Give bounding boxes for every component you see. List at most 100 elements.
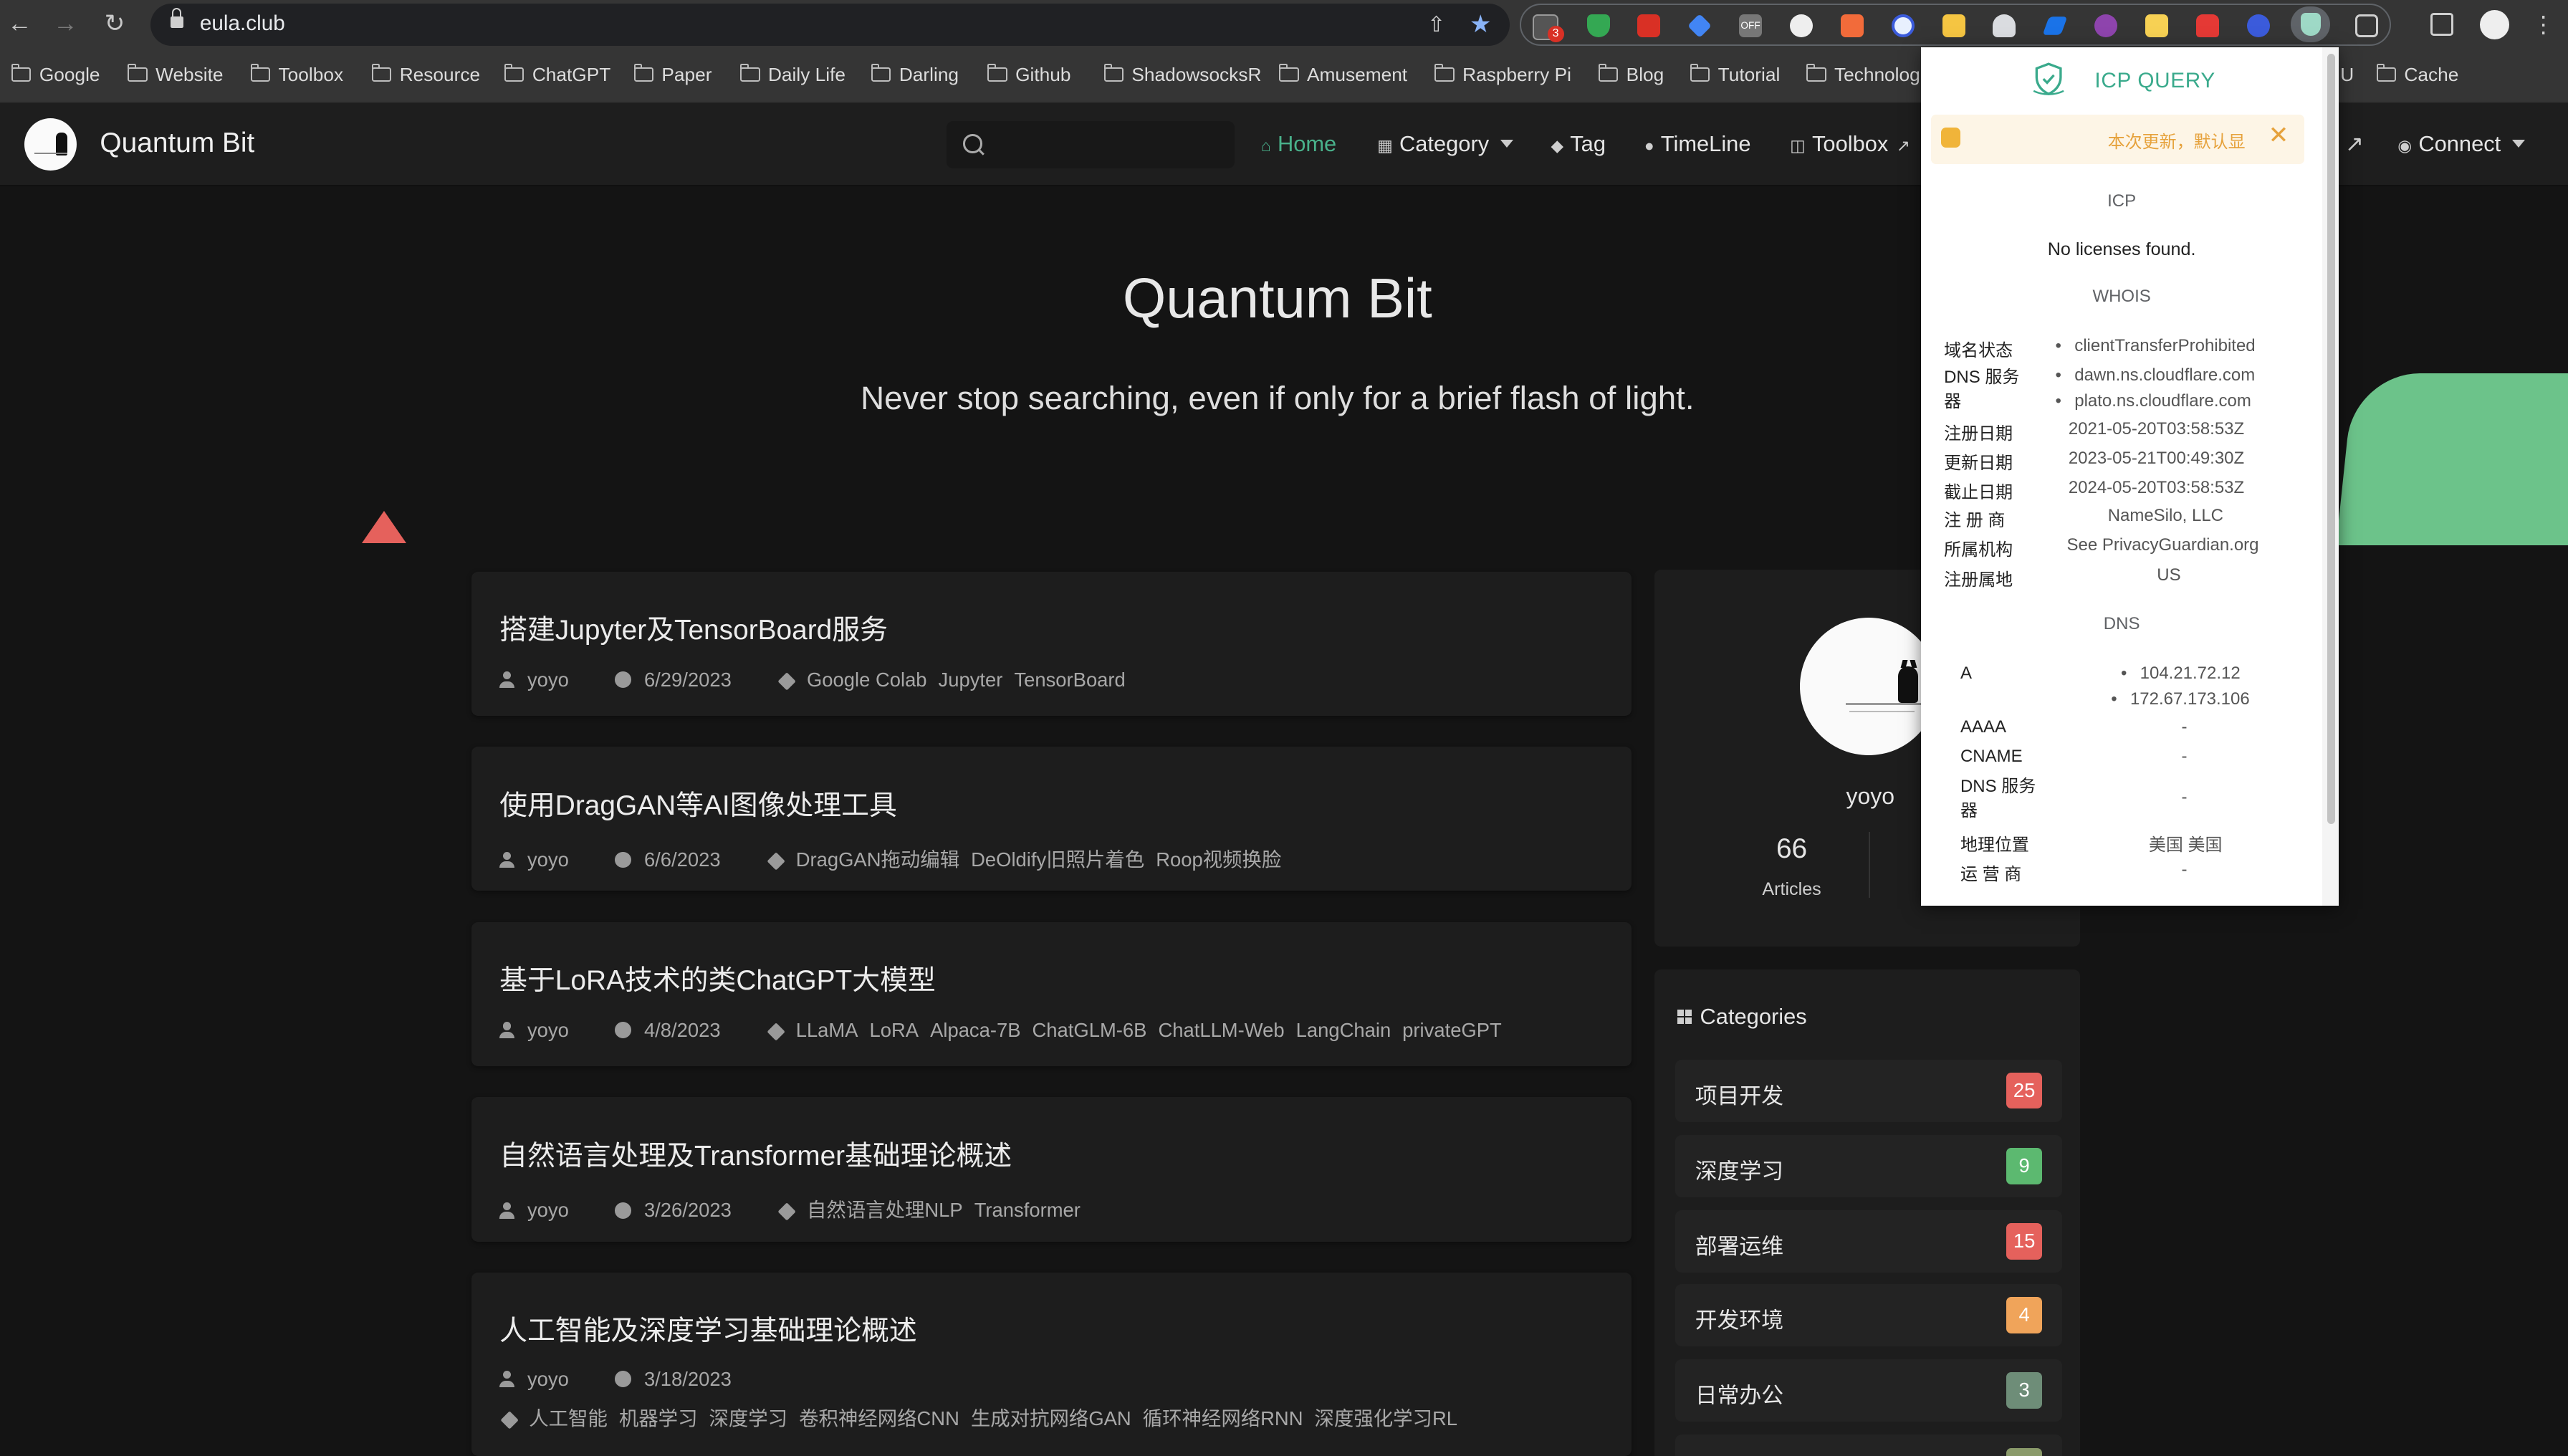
address-bar[interactable]: eula.club ⇧ ★ [150, 3, 1510, 46]
category-item[interactable]: 日常办公 3 [1675, 1359, 2062, 1422]
extension-icon-7[interactable] [1840, 14, 1864, 38]
url-text[interactable]: eula.club [200, 11, 285, 36]
bookmark-folder[interactable]: Resource [371, 64, 480, 87]
site-logo-avatar[interactable] [24, 118, 77, 171]
nav-tag[interactable]: ◆ Tag [1551, 131, 1606, 157]
post-tag[interactable]: 深度强化学习RL [1315, 1407, 1457, 1429]
extension-icon-3[interactable] [1637, 14, 1661, 38]
post-title[interactable]: 搭建Jupyter及TensorBoard服务 [499, 608, 888, 648]
bookmark-star-icon[interactable]: ★ [1466, 10, 1495, 39]
profile-avatar[interactable] [1799, 617, 1937, 755]
post-card[interactable]: 基于LoRA技术的类ChatGPT大模型 yoyo 4/8/2023 LLaMA Lo… [471, 921, 1632, 1066]
category-item[interactable]: 项目开发 25 [1675, 1059, 2062, 1122]
post-tag[interactable]: 机器学习 [619, 1407, 698, 1429]
post-tag[interactable]: ChatLLM-Web [1158, 1019, 1284, 1041]
nav-toolbox[interactable]: ◫ Toolbox ↗ [1790, 131, 1917, 157]
post-tag[interactable]: LoRA [870, 1019, 919, 1041]
shield-extension-icon[interactable] [1586, 14, 1610, 38]
post-author[interactable]: yoyo [527, 1199, 569, 1221]
post-tag[interactable]: 卷积神经网络CNN [799, 1407, 959, 1429]
post-tag[interactable]: Transformer [974, 1199, 1081, 1221]
post-author[interactable]: yoyo [527, 669, 569, 691]
category-item[interactable]: 开发环境 4 [1675, 1283, 2062, 1346]
icp-extension-active[interactable] [2291, 6, 2331, 43]
nav-category[interactable]: ▦ Category [1377, 131, 1514, 157]
cloud-extension-icon[interactable] [1993, 14, 2016, 38]
bookmark-folder[interactable]: Cache [2376, 64, 2458, 87]
post-title[interactable]: 使用DragGAN等AI图像处理工具 [499, 783, 897, 823]
puzzle-extensions-icon[interactable] [2354, 14, 2378, 38]
post-author[interactable]: yoyo [527, 848, 569, 871]
cursor-extension-icon[interactable] [2042, 16, 2068, 36]
bookmark-folder[interactable]: Website [128, 64, 224, 87]
bookmark-folder[interactable]: ShadowsocksR [1103, 64, 1261, 87]
post-title[interactable]: 自然语言处理及Transformer基础理论概述 [499, 1134, 1012, 1174]
articles-count[interactable]: 66 [1739, 833, 1844, 865]
post-tag[interactable]: DeOldify旧照片着色 [971, 848, 1144, 871]
post-author[interactable]: yoyo [527, 1019, 569, 1041]
bookmark-folder[interactable]: Paper [633, 64, 712, 87]
profile-avatar[interactable] [2479, 9, 2509, 39]
extension-icon-13[interactable] [2145, 14, 2168, 38]
post-tag[interactable]: 人工智能 [529, 1407, 608, 1429]
share-icon[interactable]: ⇧ [1422, 10, 1451, 39]
post-tag[interactable]: LangChain [1296, 1019, 1391, 1041]
bookmark-folder[interactable]: Tutorial [1690, 64, 1780, 87]
reload-icon[interactable]: ↻ [98, 8, 131, 41]
off-extension-icon[interactable]: OFF [1739, 14, 1763, 38]
post-tag[interactable]: 自然语言处理NLP [807, 1199, 963, 1221]
post-tag[interactable]: Roop视频换脸 [1156, 848, 1281, 871]
extension-icon-15[interactable] [2246, 14, 2270, 38]
post-tag[interactable]: Jupyter [939, 669, 1003, 691]
close-icon[interactable]: ✕ [2268, 121, 2289, 150]
post-title[interactable]: 人工智能及深度学习基础理论概述 [499, 1308, 917, 1349]
forward-icon[interactable]: → [49, 8, 82, 41]
post-tag[interactable]: TensorBoard [1014, 669, 1125, 691]
bookmark-folder[interactable]: Github [987, 64, 1071, 87]
site-title[interactable]: Quantum Bit [100, 128, 254, 159]
bookmark-folder[interactable]: Google [11, 64, 100, 87]
diamond-extension-icon[interactable] [1687, 14, 1712, 39]
extension-icon-6[interactable] [1789, 14, 1813, 38]
post-tag[interactable]: Google Colab [807, 669, 927, 691]
extension-icon-9[interactable] [1942, 14, 1965, 38]
popup-scrollbar-thumb[interactable] [2327, 54, 2336, 824]
post-card[interactable]: 人工智能及深度学习基础理论概述 yoyo 3/18/2023 人工智能 机器学习 深度… [471, 1272, 1632, 1456]
post-author[interactable]: yoyo [527, 1368, 569, 1390]
post-card[interactable]: 搭建Jupyter及TensorBoard服务 yoyo 6/29/2023 Goo… [471, 571, 1632, 716]
extension-icon-14[interactable] [2195, 14, 2219, 38]
post-tag[interactable]: ChatGLM-6B [1033, 1019, 1147, 1041]
post-title[interactable]: 基于LoRA技术的类ChatGPT大模型 [499, 958, 936, 998]
post-tag[interactable]: DragGAN拖动编辑 [796, 848, 959, 871]
menu-dots-icon[interactable]: ⋮ [2529, 10, 2558, 39]
nav-home[interactable]: ⌂ Home [1261, 131, 1336, 157]
category-item[interactable] [1675, 1435, 2062, 1456]
side-panel-icon[interactable] [2430, 13, 2453, 37]
category-item[interactable]: 深度学习 9 [1675, 1134, 2062, 1197]
bookmark-folder[interactable]: Amusement [1279, 64, 1407, 87]
bookmark-folder[interactable]: ChatGPT [504, 64, 610, 87]
post-tag[interactable]: Alpaca-7B [930, 1019, 1020, 1041]
back-icon[interactable]: ← [4, 8, 37, 41]
bookmark-folder[interactable]: Daily Life [740, 64, 845, 87]
extension-icon-8[interactable] [1891, 14, 1915, 38]
post-tag[interactable]: 深度学习 [709, 1407, 787, 1429]
bookmark-folder[interactable]: Darling [871, 64, 959, 87]
post-tag[interactable]: 循环神经网络RNN [1143, 1407, 1303, 1429]
nav-connect[interactable]: ◉ Connect [2397, 131, 2526, 157]
external-link-icon[interactable]: ↗ [2345, 131, 2364, 157]
post-tag[interactable]: 生成对抗网络GAN [971, 1407, 1131, 1429]
bookmark-folder[interactable]: Raspberry Pi [1434, 64, 1571, 87]
bookmark-folder[interactable]: Toolbox [250, 64, 343, 87]
whois-value: clientTransferProhibited [2056, 336, 2255, 356]
category-item[interactable]: 部署运维 15 [1675, 1210, 2062, 1273]
post-card[interactable]: 使用DragGAN等AI图像处理工具 yoyo 6/6/2023 DragGAN拖动… [471, 747, 1632, 891]
post-tag[interactable]: privateGPT [1402, 1019, 1502, 1041]
search-input[interactable] [947, 121, 1235, 169]
nav-timeline[interactable]: ● TimeLine [1644, 131, 1751, 157]
bookmark-folder[interactable]: Blog [1598, 64, 1664, 87]
post-tag[interactable]: LLaMA [796, 1019, 858, 1041]
openai-extension-icon[interactable] [2094, 14, 2118, 38]
post-card[interactable]: 自然语言处理及Transformer基础理论概述 yoyo 3/26/2023 自然… [471, 1097, 1632, 1242]
bookmark-folder[interactable]: Technolog [1806, 64, 1920, 87]
